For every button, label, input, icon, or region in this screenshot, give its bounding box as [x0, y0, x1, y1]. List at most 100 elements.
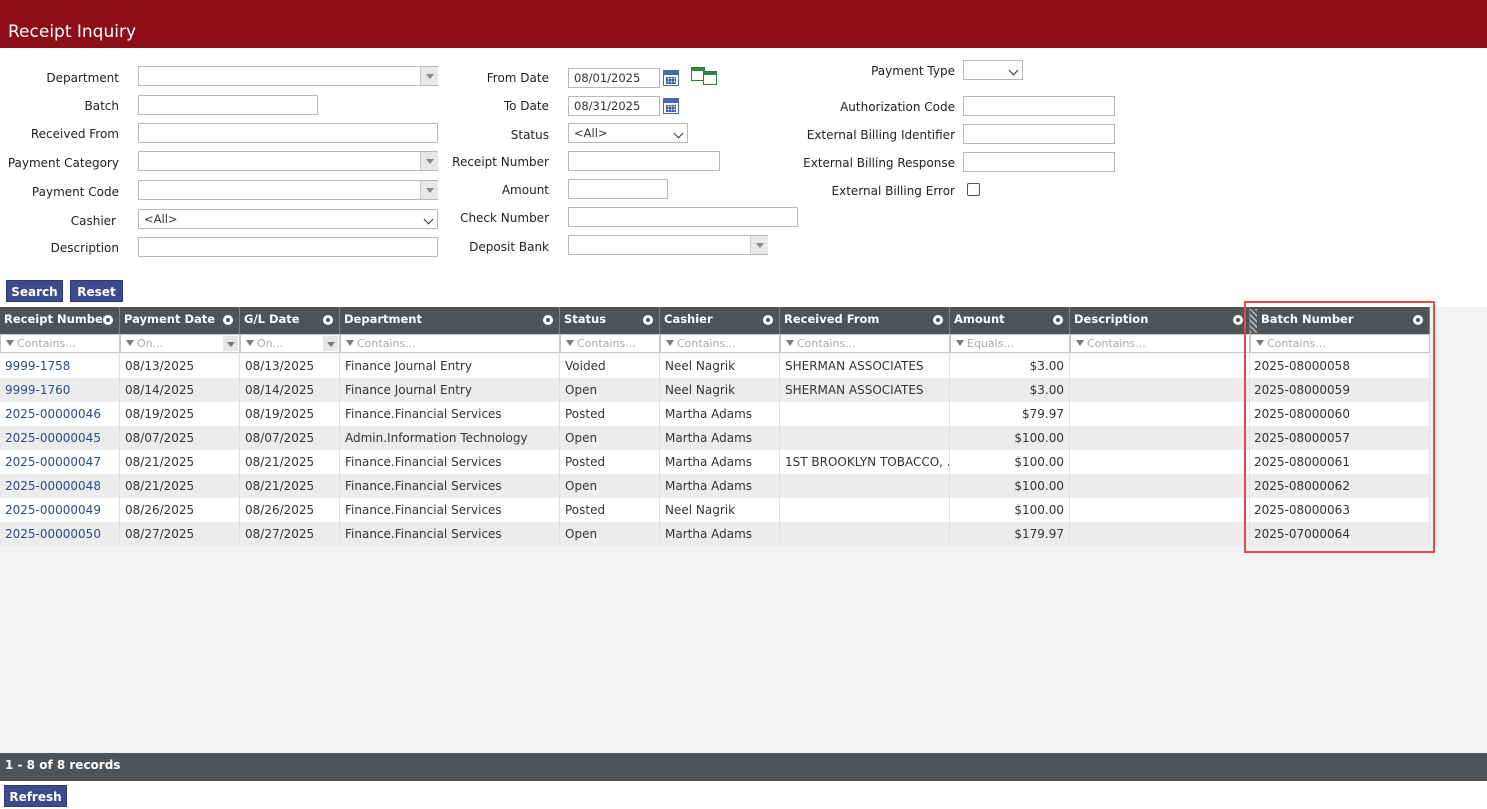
- grid-pager: 1 - 8 of 8 records: [0, 753, 1487, 781]
- payment-category-combobox[interactable]: [138, 151, 438, 171]
- cell-received-from: SHERMAN ASSOCIATES: [780, 378, 950, 402]
- cell-receipt-number[interactable]: 2025-00000050: [0, 522, 120, 546]
- payment-code-dropdown-button[interactable]: [420, 181, 438, 199]
- filter-receipt-number[interactable]: Contains...: [0, 334, 120, 353]
- cell-receipt-number[interactable]: 2025-00000045: [0, 426, 120, 450]
- cell-status: Open: [560, 426, 660, 450]
- filter-department[interactable]: Contains...: [340, 334, 560, 353]
- received-from-input[interactable]: [138, 123, 438, 143]
- cell-receipt-number[interactable]: 9999-1760: [0, 378, 120, 402]
- cell-gl-date: 08/26/2025: [240, 498, 340, 522]
- column-header-department[interactable]: Department: [340, 307, 560, 334]
- filter-amount[interactable]: Equals...: [950, 334, 1070, 353]
- cell-status: Open: [560, 474, 660, 498]
- external-billing-response-label: External Billing Response: [803, 156, 955, 170]
- filter-received-from[interactable]: Contains...: [780, 334, 950, 353]
- column-header-payment-date[interactable]: Payment Date: [120, 307, 240, 334]
- batch-input[interactable]: [138, 95, 318, 115]
- filter-placeholder: Contains...: [577, 337, 636, 350]
- column-header-label: Description: [1074, 312, 1149, 326]
- filter-status[interactable]: Contains...: [560, 334, 660, 353]
- date-range-calendar-icon[interactable]: [691, 67, 719, 85]
- cell-receipt-number[interactable]: 2025-00000046: [0, 402, 120, 426]
- cell-receipt-number[interactable]: 2025-00000048: [0, 474, 120, 498]
- table-row[interactable]: 2025-00000050 08/27/2025 08/27/2025 Finance…: [0, 522, 1430, 546]
- gear-icon[interactable]: [933, 315, 943, 325]
- deposit-bank-dropdown-button[interactable]: [750, 236, 768, 254]
- cell-receipt-number[interactable]: 2025-00000049: [0, 498, 120, 522]
- table-row[interactable]: 2025-00000047 08/21/2025 08/21/2025 Finance…: [0, 450, 1430, 474]
- payment-category-dropdown-button[interactable]: [420, 152, 438, 170]
- cell-amount: $100.00: [950, 450, 1070, 474]
- search-button[interactable]: Search: [6, 280, 63, 302]
- gear-icon[interactable]: [763, 315, 773, 325]
- refresh-button[interactable]: Refresh: [4, 785, 67, 807]
- payment-type-select[interactable]: [963, 60, 1023, 80]
- table-row[interactable]: 2025-00000048 08/21/2025 08/21/2025 Finance…: [0, 474, 1430, 498]
- gear-icon[interactable]: [643, 315, 653, 325]
- amount-label: Amount: [501, 183, 549, 197]
- filter-gl-date[interactable]: On...: [240, 334, 340, 353]
- table-row[interactable]: 9999-1758 08/13/2025 08/13/2025 Finance Jou…: [0, 354, 1430, 378]
- column-header-receipt-number[interactable]: Receipt Number: [0, 307, 120, 334]
- authorization-code-label: Authorization Code: [840, 100, 955, 114]
- payment-code-combobox[interactable]: [138, 180, 438, 200]
- external-billing-response-input[interactable]: [963, 152, 1115, 172]
- filter-placeholder: Contains...: [797, 337, 856, 350]
- gear-icon[interactable]: [1053, 315, 1063, 325]
- cell-cashier: Martha Adams: [660, 450, 780, 474]
- filter-dropdown-button[interactable]: [223, 336, 238, 351]
- to-date-input[interactable]: 08/31/2025: [568, 96, 660, 116]
- column-header-status[interactable]: Status: [560, 307, 660, 334]
- amount-input[interactable]: [568, 179, 668, 199]
- check-number-input[interactable]: [568, 207, 798, 227]
- department-combobox[interactable]: [138, 66, 438, 86]
- filter-icon: [666, 340, 674, 346]
- gear-icon[interactable]: [223, 315, 233, 325]
- external-billing-identifier-input[interactable]: [963, 124, 1115, 144]
- cell-status: Posted: [560, 402, 660, 426]
- cashier-select[interactable]: <All>: [138, 209, 438, 229]
- gear-icon[interactable]: [323, 315, 333, 325]
- deposit-bank-combobox[interactable]: [568, 235, 768, 255]
- cell-payment-date: 08/13/2025: [120, 354, 240, 378]
- status-select[interactable]: <All>: [568, 123, 688, 143]
- table-row[interactable]: 9999-1760 08/14/2025 08/14/2025 Finance Jou…: [0, 378, 1430, 402]
- calendar-icon[interactable]: [663, 70, 679, 86]
- cell-payment-date: 08/19/2025: [120, 402, 240, 426]
- column-header-label: G/L Date: [244, 312, 300, 326]
- filter-description[interactable]: Contains...: [1070, 334, 1250, 353]
- filter-payment-date[interactable]: On...: [120, 334, 240, 353]
- column-header-gl-date[interactable]: G/L Date: [240, 307, 340, 334]
- gear-icon[interactable]: [103, 315, 113, 325]
- cell-cashier: Neel Nagrik: [660, 498, 780, 522]
- gear-icon[interactable]: [1233, 315, 1243, 325]
- cell-receipt-number[interactable]: 9999-1758: [0, 354, 120, 378]
- cell-payment-date: 08/21/2025: [120, 474, 240, 498]
- table-row[interactable]: 2025-00000049 08/26/2025 08/26/2025 Finance…: [0, 498, 1430, 522]
- filter-icon: [346, 340, 354, 346]
- filter-dropdown-button[interactable]: [323, 336, 338, 351]
- calendar-icon[interactable]: [663, 98, 679, 114]
- cell-received-from: [780, 474, 950, 498]
- department-dropdown-button[interactable]: [420, 67, 438, 85]
- from-date-input[interactable]: 08/01/2025: [568, 68, 660, 88]
- cell-status: Posted: [560, 498, 660, 522]
- gear-icon[interactable]: [543, 315, 553, 325]
- authorization-code-input[interactable]: [963, 96, 1115, 116]
- column-header-cashier[interactable]: Cashier: [660, 307, 780, 334]
- reset-button[interactable]: Reset: [70, 280, 123, 302]
- external-billing-error-checkbox[interactable]: [967, 183, 980, 196]
- receipt-number-input[interactable]: [568, 151, 720, 171]
- filter-icon: [786, 340, 794, 346]
- chevron-down-icon: [1008, 65, 1019, 76]
- filter-cashier[interactable]: Contains...: [660, 334, 780, 353]
- description-input[interactable]: [138, 237, 438, 257]
- cell-receipt-number[interactable]: 2025-00000047: [0, 450, 120, 474]
- column-header-description[interactable]: Description: [1070, 307, 1250, 334]
- column-header-received-from[interactable]: Received From: [780, 307, 950, 334]
- column-header-amount[interactable]: Amount: [950, 307, 1070, 334]
- table-row[interactable]: 2025-00000045 08/07/2025 08/07/2025 Admin.I…: [0, 426, 1430, 450]
- table-row[interactable]: 2025-00000046 08/19/2025 08/19/2025 Finance…: [0, 402, 1430, 426]
- chevron-down-icon: [673, 128, 684, 139]
